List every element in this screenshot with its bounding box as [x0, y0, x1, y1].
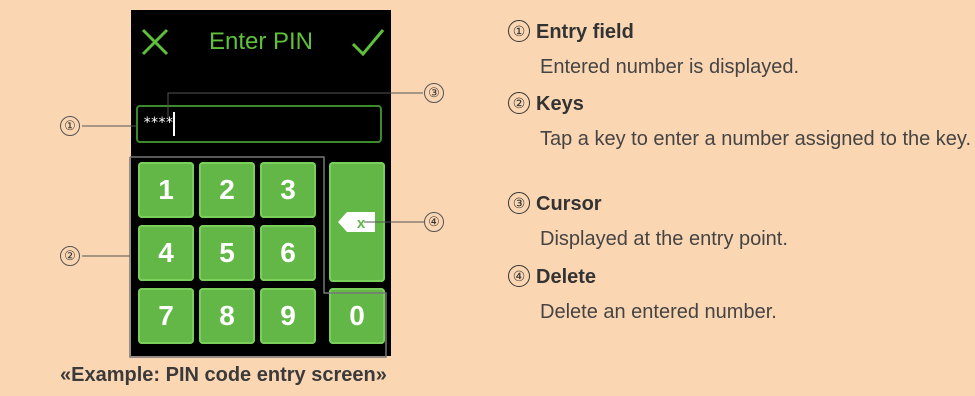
- legend-title-keys: ② Keys: [508, 92, 584, 116]
- figure-caption: «Example: PIN code entry screen»: [60, 364, 387, 386]
- legend-title-cursor: ③ Cursor: [508, 192, 602, 216]
- legend-desc-delete: Delete an entered number.: [540, 301, 777, 323]
- legend-desc-entry-field: Entered number is displayed.: [540, 56, 800, 78]
- callout-4: ④: [424, 212, 444, 232]
- callout-3: ③: [424, 83, 444, 103]
- legend-desc-cursor: Displayed at the entry point.: [540, 228, 788, 250]
- callout-2: ②: [60, 246, 80, 266]
- legend-title-entry-field: ① Entry field: [508, 20, 634, 44]
- callout-1: ①: [60, 116, 80, 136]
- legend-desc-keys: Tap a key to enter a number assigned to …: [540, 128, 971, 150]
- legend-title-delete: ④ Delete: [508, 265, 596, 289]
